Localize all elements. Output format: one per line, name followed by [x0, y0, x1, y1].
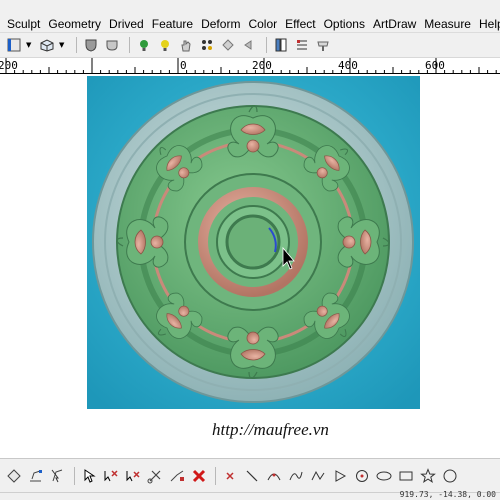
menu-sculpt[interactable]: Sculpt	[0, 0, 44, 33]
point-icon[interactable]	[220, 466, 240, 486]
ellipse-icon[interactable]	[374, 466, 394, 486]
cross-select-icon[interactable]	[101, 466, 121, 486]
arc-icon[interactable]	[264, 466, 284, 486]
menu-deform[interactable]: Deform	[197, 0, 244, 33]
edit-node-icon[interactable]	[26, 466, 46, 486]
menu-measure[interactable]: Measure	[420, 0, 475, 33]
horizontal-ruler: 200 0 200 400 600	[0, 58, 500, 74]
toolbar-separator	[76, 37, 77, 53]
menu-drived[interactable]: Drived	[105, 0, 148, 33]
ruler-label: 600	[425, 59, 445, 72]
status-bar: 919.73, -14.38, 0.00	[0, 490, 500, 500]
ruler-label: 400	[338, 59, 358, 72]
star-icon[interactable]	[418, 466, 438, 486]
node-link-icon[interactable]	[167, 466, 187, 486]
menu-color[interactable]: Color	[244, 0, 281, 33]
toolbar-separator	[74, 466, 75, 485]
chevron-down-icon[interactable]: ▼	[26, 41, 34, 49]
menu-feature[interactable]: Feature	[148, 0, 197, 33]
layers-icon[interactable]	[272, 36, 290, 54]
ruler-label: 0	[180, 59, 187, 72]
workspace: http://maufree.vn	[0, 74, 500, 458]
material-icon[interactable]	[103, 36, 121, 54]
arrow-icon[interactable]	[240, 36, 258, 54]
triangle-icon[interactable]	[330, 466, 350, 486]
menu-options[interactable]: Options	[320, 0, 369, 33]
select-arrow-icon[interactable]	[48, 466, 68, 486]
menu-bar: Sculpt Geometry Drived Feature Deform Co…	[0, 0, 500, 33]
light-yellow-icon[interactable]	[156, 36, 174, 54]
status-coordinates: 919.73, -14.38, 0.00	[399, 490, 496, 499]
ruler-label: 200	[0, 59, 18, 72]
delete-icon[interactable]	[189, 466, 209, 486]
select-node-icon[interactable]	[4, 466, 24, 486]
menu-artdraw[interactable]: ArtDraw	[369, 0, 420, 33]
curve-icon[interactable]	[286, 466, 306, 486]
app-window: Sculpt Geometry Drived Feature Deform Co…	[0, 0, 500, 500]
watermark-text: http://maufree.vn	[212, 420, 329, 439]
pen-node-icon[interactable]	[123, 466, 143, 486]
3d-viewport[interactable]	[87, 76, 420, 409]
polyline-icon[interactable]	[308, 466, 328, 486]
view-icon[interactable]	[5, 36, 23, 54]
menu-help[interactable]: Help	[475, 0, 500, 33]
circle-target-icon[interactable]	[352, 466, 372, 486]
chevron-down-icon[interactable]: ▼	[59, 41, 67, 49]
line-icon[interactable]	[242, 466, 262, 486]
drawing-toolbar	[0, 458, 500, 492]
light-green-icon[interactable]	[135, 36, 153, 54]
diamond-icon[interactable]	[219, 36, 237, 54]
ruler-label: 200	[252, 59, 272, 72]
brush-icon[interactable]	[314, 36, 332, 54]
scissors-icon[interactable]	[145, 466, 165, 486]
toolbar-separator	[266, 37, 267, 53]
main-toolbar: ▼ ▼	[0, 33, 500, 58]
circle-icon[interactable]	[440, 466, 460, 486]
center-boss	[225, 214, 281, 270]
shield-icon[interactable]	[82, 36, 100, 54]
dots-icon[interactable]	[198, 36, 216, 54]
box-view-icon[interactable]	[38, 36, 56, 54]
toolbar-separator	[215, 466, 216, 485]
cut-icon[interactable]	[79, 466, 99, 486]
grid-icon[interactable]	[293, 36, 311, 54]
rectangle-icon[interactable]	[396, 466, 416, 486]
relief-model	[87, 76, 420, 409]
toolbar-separator	[129, 37, 130, 53]
menu-effect[interactable]: Effect	[281, 0, 319, 33]
hand-icon[interactable]	[177, 36, 195, 54]
menu-geometry[interactable]: Geometry	[44, 0, 105, 33]
